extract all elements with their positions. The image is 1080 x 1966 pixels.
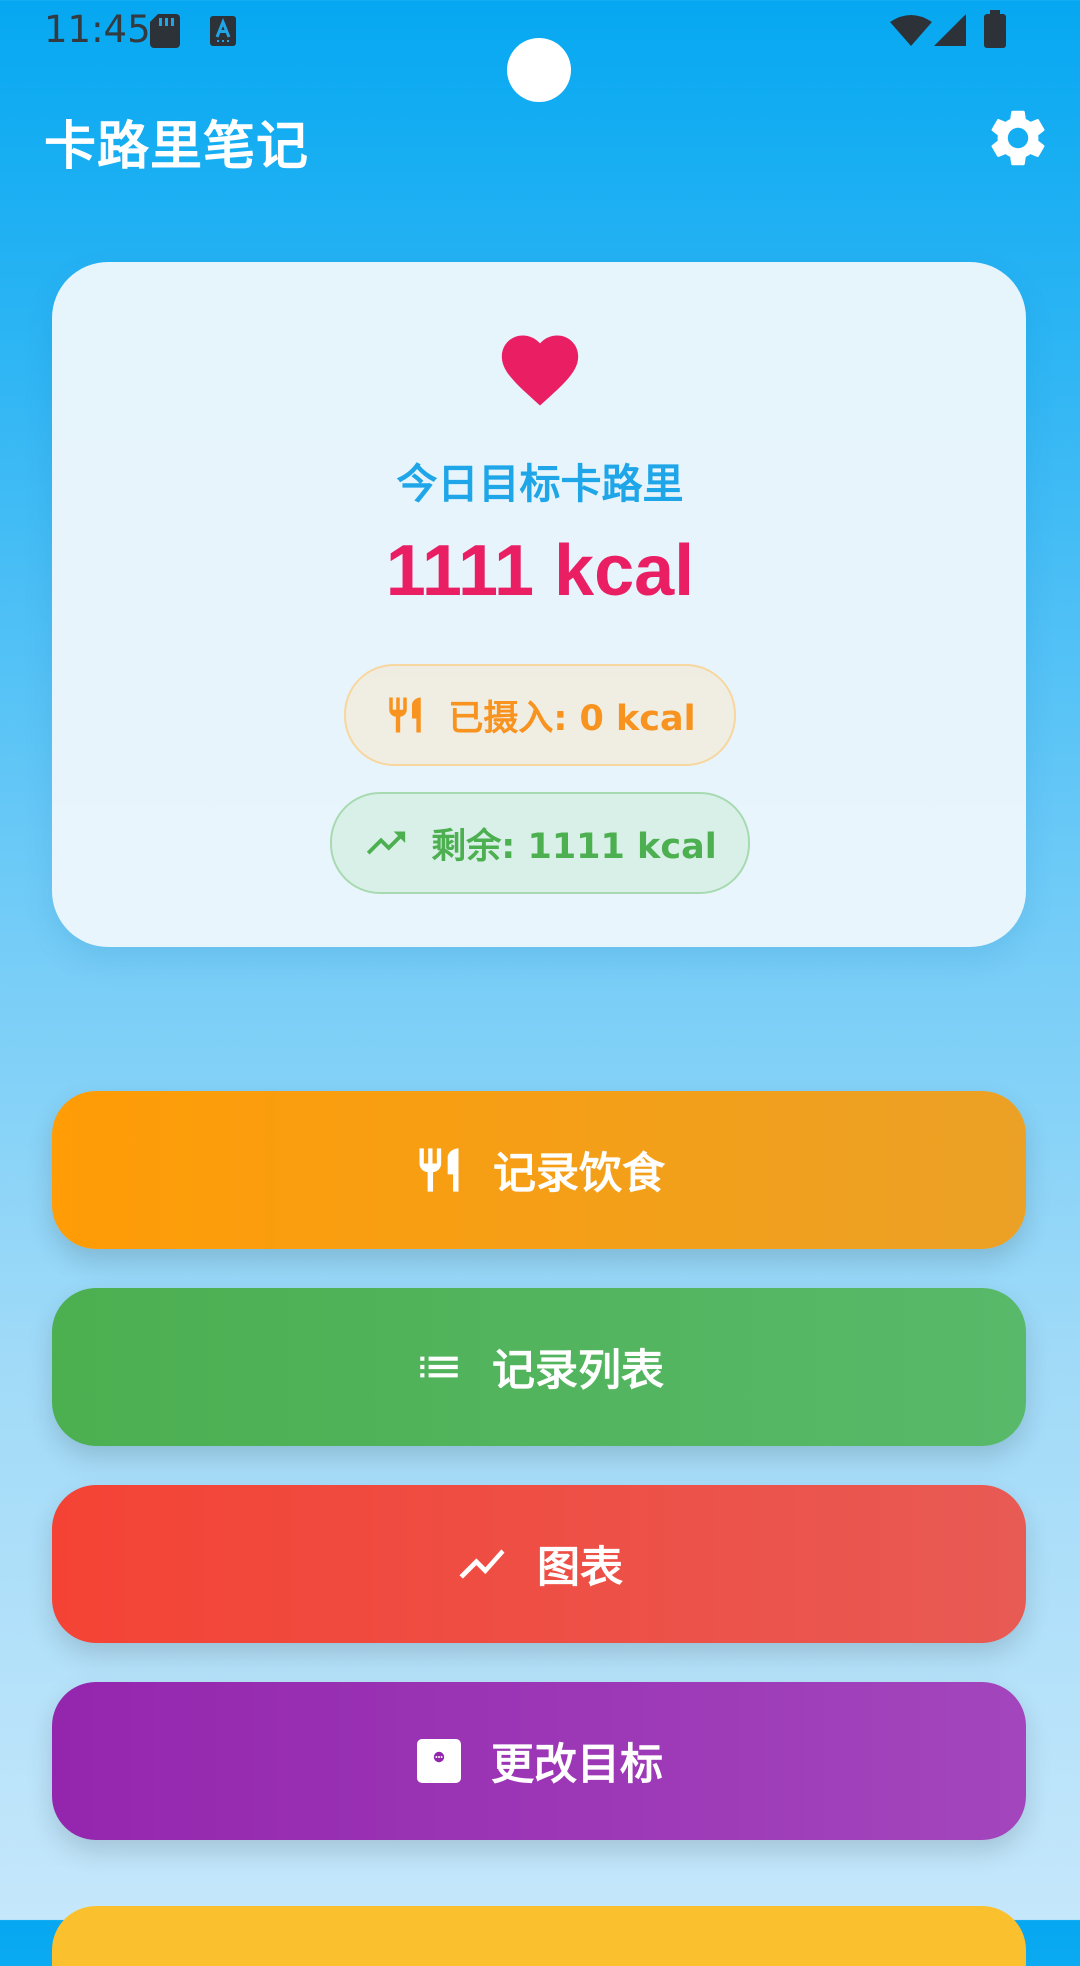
sd-card-icon: [150, 14, 180, 48]
intake-text: 已摄入: 0 kcal: [448, 698, 696, 739]
remaining-text: 剩余: 1111 kcal: [431, 826, 717, 867]
signal-icon: [934, 14, 966, 46]
goal-label: 今日目标卡路里: [396, 460, 684, 508]
status-time: 11:45: [44, 8, 151, 51]
chart-line-icon: [455, 1537, 509, 1591]
chart-label: 图表: [537, 1543, 623, 1593]
record-list-label: 记录列表: [492, 1346, 664, 1396]
partial-action-button[interactable]: [52, 1906, 1026, 1966]
log-food-label: 记录饮食: [493, 1149, 665, 1199]
utensils-icon: [413, 1142, 465, 1198]
gear-icon[interactable]: [984, 104, 1052, 172]
keyboard-a-icon: [210, 16, 236, 46]
goal-value: 1111 kcal: [385, 531, 695, 611]
heart-icon: [501, 335, 579, 406]
wifi-icon: [890, 15, 932, 46]
app-title: 卡路里笔记: [44, 117, 310, 177]
battery-icon: [984, 10, 1006, 48]
flag-card-icon: [415, 1737, 463, 1785]
chart-button[interactable]: 图表: [52, 1485, 1026, 1643]
remaining-pill: 剩余: 1111 kcal: [330, 792, 750, 894]
log-food-button[interactable]: 记录饮食: [52, 1091, 1026, 1249]
intake-pill: 已摄入: 0 kcal: [344, 664, 736, 766]
change-goal-label: 更改目标: [491, 1740, 663, 1790]
change-goal-button[interactable]: 更改目标: [52, 1682, 1026, 1840]
camera-cutout: [507, 38, 571, 102]
trending-up-icon: [367, 831, 406, 855]
utensils-icon: [389, 697, 422, 733]
record-list-button[interactable]: 记录列表: [52, 1288, 1026, 1446]
list-icon: [414, 1342, 464, 1392]
